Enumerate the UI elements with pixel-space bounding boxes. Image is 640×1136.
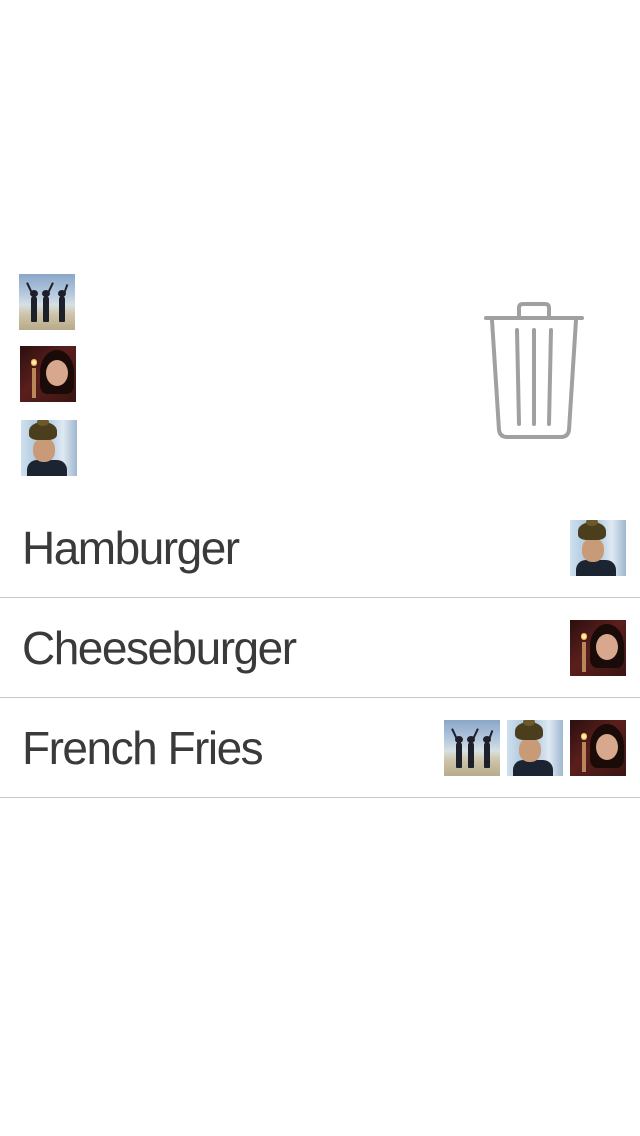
- list-item-hamburger[interactable]: Hamburger: [0, 498, 640, 598]
- list-item-label: Hamburger: [22, 522, 240, 574]
- avatar-man-hat[interactable]: [21, 420, 77, 476]
- list-item-label: French Fries: [22, 722, 264, 774]
- assigned-avatars: [444, 720, 626, 776]
- assigned-avatars: [570, 520, 626, 576]
- list-item-cheeseburger[interactable]: Cheeseburger: [0, 598, 640, 698]
- woman-photo: [20, 346, 76, 402]
- trash-icon[interactable]: [483, 300, 585, 440]
- avatar-woman-dinner[interactable]: [570, 720, 626, 776]
- avatar-woman-dinner[interactable]: [20, 346, 76, 402]
- trash-can-graphic: [484, 302, 584, 439]
- avatar-beach-group[interactable]: [19, 274, 75, 330]
- food-list: Hamburger Cheeseburger French Fries: [0, 498, 640, 798]
- avatar-woman-dinner[interactable]: [570, 620, 626, 676]
- avatar-man-hat[interactable]: [507, 720, 563, 776]
- assigned-avatars: [570, 620, 626, 676]
- list-item-french-fries[interactable]: French Fries: [0, 698, 640, 798]
- beach-photo: [19, 274, 75, 330]
- list-item-label: Cheeseburger: [22, 622, 297, 674]
- avatar-beach-group[interactable]: [444, 720, 500, 776]
- man-photo: [21, 420, 77, 476]
- avatar-man-hat[interactable]: [570, 520, 626, 576]
